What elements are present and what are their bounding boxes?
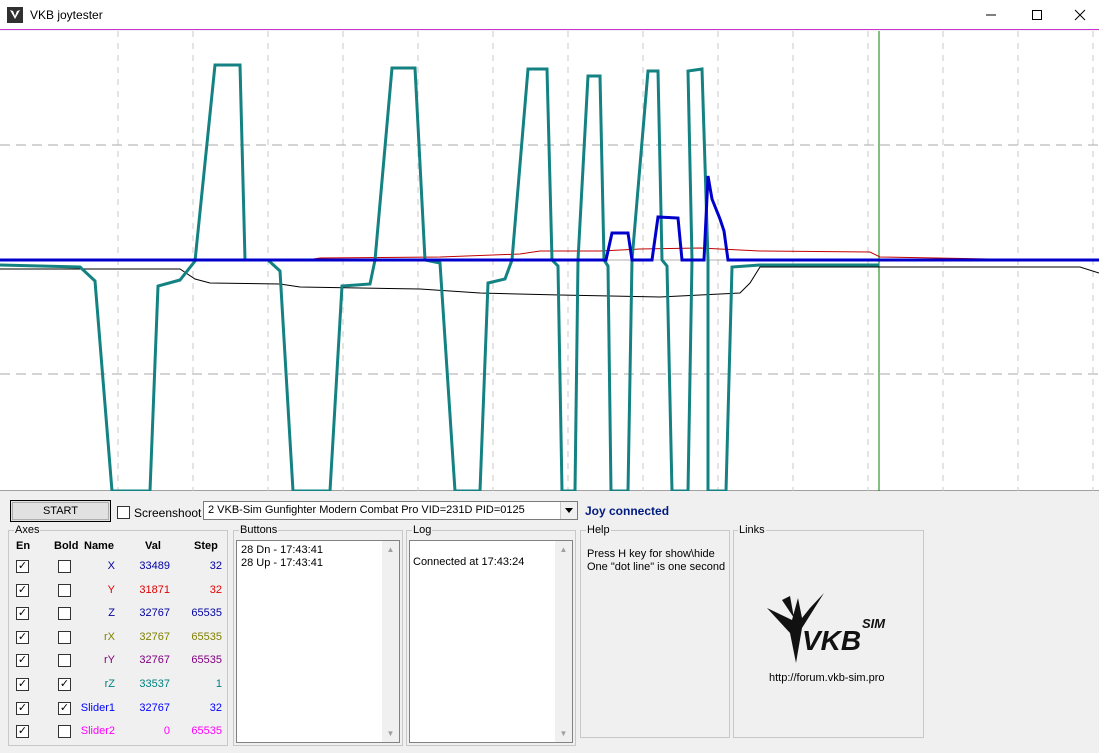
- close-icon: [1074, 9, 1085, 21]
- axis-enable-checkbox[interactable]: ✓: [16, 678, 29, 691]
- screenshoot-checkbox[interactable]: [117, 506, 130, 519]
- minimize-icon: [986, 14, 996, 16]
- log-title: Log: [412, 524, 433, 536]
- axis-step: 32: [209, 584, 222, 596]
- axis-value: 32767: [139, 654, 170, 666]
- axes-header-val: Val: [145, 540, 161, 552]
- trace-x: [0, 266, 1099, 298]
- axis-step: 32: [209, 702, 222, 714]
- axis-name: Z: [108, 607, 115, 619]
- device-select[interactable]: 2 VKB-Sim Gunfighter Modern Combat Pro V…: [203, 501, 578, 520]
- close-button[interactable]: [1060, 0, 1099, 30]
- axis-step: 65535: [191, 631, 222, 643]
- axis-name: Slider1: [80, 702, 115, 714]
- axis-value: 0: [163, 725, 170, 737]
- window-title: VKB joytester: [30, 8, 103, 22]
- axis-name: Slider2: [80, 725, 115, 737]
- buttons-scrollbar[interactable]: ▲ ▼: [382, 541, 399, 742]
- chevron-down-icon: [565, 508, 573, 513]
- axes-header-bold: Bold: [54, 540, 79, 552]
- logo-text: VKB: [802, 625, 861, 656]
- joy-status: Joy connected: [585, 504, 670, 518]
- axis-enable-checkbox[interactable]: ✓: [16, 725, 29, 738]
- axis-step: 65535: [191, 654, 222, 666]
- help-title: Help: [586, 524, 611, 536]
- device-select-value: 2 VKB-Sim Gunfighter Modern Combat Pro V…: [208, 504, 525, 516]
- axis-name: rZ: [104, 678, 115, 690]
- scroll-down-icon[interactable]: ▼: [555, 725, 572, 742]
- screenshoot-label: Screenshoot: [134, 506, 202, 520]
- list-item: 28 Up - 17:43:41: [241, 557, 323, 569]
- axis-value: 33537: [139, 678, 170, 690]
- axis-value: 31871: [139, 584, 170, 596]
- axis-name: rX: [104, 631, 115, 643]
- minimize-button[interactable]: [968, 0, 1014, 30]
- log-list[interactable]: Connected at 17:43:24 ▲ ▼: [409, 540, 573, 743]
- list-item: Connected at 17:43:24: [413, 556, 525, 568]
- axes-header-name: Name: [84, 540, 114, 552]
- axis-enable-checkbox[interactable]: ✓: [16, 607, 29, 620]
- vkb-app-icon: [7, 7, 23, 23]
- logo-sup-text: SIM: [862, 616, 886, 631]
- axis-name: rY: [104, 654, 115, 666]
- axis-enable-checkbox[interactable]: ✓: [16, 560, 29, 573]
- axes-title: Axes: [14, 524, 41, 536]
- scroll-up-icon[interactable]: ▲: [555, 541, 572, 558]
- trace-rz: [0, 63, 879, 491]
- axis-step: 65535: [191, 607, 222, 619]
- axis-enable-checkbox[interactable]: ✓: [16, 631, 29, 644]
- axis-step: 32: [209, 560, 222, 572]
- axis-enable-checkbox[interactable]: ✓: [16, 584, 29, 597]
- scroll-up-icon[interactable]: ▲: [382, 541, 399, 558]
- axis-value: 32767: [139, 631, 170, 643]
- vkb-sim-logo: VKB SIM: [767, 593, 886, 663]
- axis-enable-checkbox[interactable]: ✓: [16, 702, 29, 715]
- axis-value: 32767: [139, 607, 170, 619]
- log-scrollbar[interactable]: ▲ ▼: [555, 541, 572, 742]
- links-title: Links: [738, 524, 766, 536]
- maximize-button[interactable]: [1014, 0, 1060, 30]
- help-line: One "dot line" is one second: [587, 561, 726, 573]
- axis-name: Y: [107, 584, 115, 596]
- axes-header-en: En: [16, 540, 31, 552]
- axis-graph: [0, 31, 1099, 491]
- axis-step: 65535: [191, 725, 222, 737]
- axis-value: 32767: [139, 702, 170, 714]
- help-line: Press H key for show\hide: [587, 548, 715, 560]
- scroll-down-icon[interactable]: ▼: [382, 725, 399, 742]
- axis-step: 1: [215, 678, 222, 690]
- axes-header-step: Step: [194, 540, 218, 552]
- start-button[interactable]: START: [10, 500, 111, 522]
- list-item: 28 Dn - 17:43:41: [241, 544, 323, 556]
- axis-enable-checkbox[interactable]: ✓: [16, 654, 29, 667]
- buttons-list[interactable]: 28 Dn - 17:43:41 28 Up - 17:43:41 ▲ ▼: [236, 540, 400, 743]
- forum-link[interactable]: http://forum.vkb-sim.pro: [769, 672, 885, 684]
- title-bar: VKB joytester: [0, 0, 1099, 30]
- axis-value: 33489: [139, 560, 170, 572]
- maximize-icon: [1032, 10, 1042, 20]
- buttons-title: Buttons: [239, 524, 279, 536]
- axis-name: X: [107, 560, 115, 572]
- dropdown-arrow-button[interactable]: [560, 502, 577, 519]
